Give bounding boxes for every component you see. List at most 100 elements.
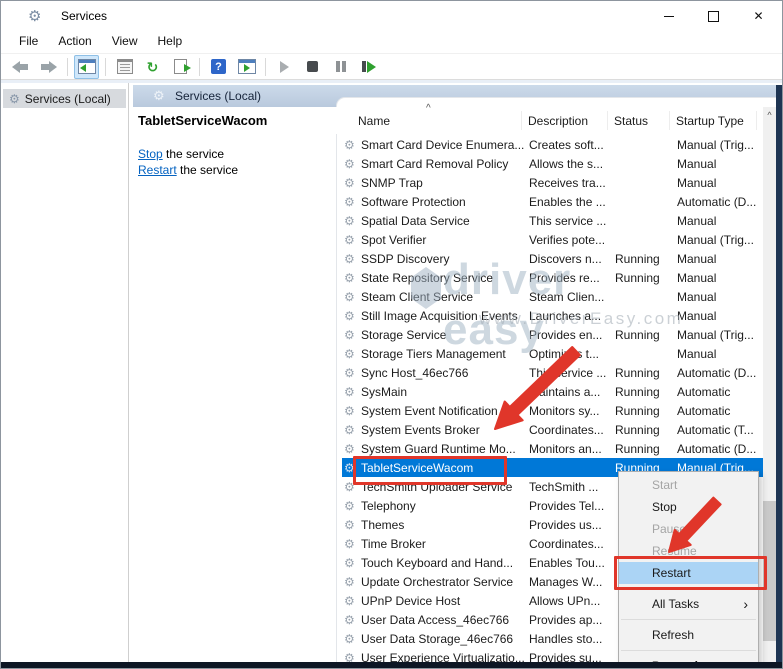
scroll-up-icon[interactable]: ^	[763, 107, 776, 123]
service-gear-icon: ⚙	[342, 385, 361, 399]
service-startup-type: Manual	[677, 214, 763, 228]
service-row[interactable]: ⚙ Spatial Data Service This service ... …	[342, 211, 763, 230]
service-row[interactable]: ⚙ Software Protection Enables the ... Au…	[342, 192, 763, 211]
column-header-name[interactable]: Name	[358, 114, 390, 128]
tree-item-services-local[interactable]: ⚙ Services (Local)	[3, 89, 126, 108]
properties-icon	[117, 59, 133, 74]
service-description: Provides us...	[529, 518, 615, 532]
service-name: SNMP Trap	[361, 176, 529, 190]
menu-bar: FileActionViewHelp	[1, 31, 782, 54]
service-name: Update Orchestrator Service	[361, 575, 529, 589]
maximize-button[interactable]	[691, 1, 736, 31]
start-service-button[interactable]	[272, 55, 297, 79]
service-name: User Data Access_46ec766	[361, 613, 529, 627]
service-description: Discovers n...	[529, 252, 615, 266]
menu-bar-item[interactable]: Help	[148, 31, 193, 53]
tree-item-label: Services (Local)	[25, 92, 111, 106]
refresh-button[interactable]: ↻	[140, 55, 165, 79]
service-name: Sync Host_46ec766	[361, 366, 529, 380]
context-menu-item[interactable]: Stop	[619, 496, 758, 518]
forward-icon	[40, 61, 57, 73]
service-description: Receives tra...	[529, 176, 615, 190]
context-menu-item-label: Refresh	[652, 628, 694, 642]
export-list-button[interactable]	[168, 55, 193, 79]
forward-button[interactable]	[36, 55, 61, 79]
desktop-edge-right	[776, 85, 783, 662]
restart-service-icon	[362, 61, 376, 73]
service-description: Coordinates...	[529, 537, 615, 551]
service-gear-icon: ⚙	[342, 176, 361, 190]
services-node-icon: ⚙	[9, 92, 20, 106]
service-startup-type: Automatic (D...	[677, 366, 763, 380]
menu-bar-item[interactable]: File	[9, 31, 48, 53]
stop-service-button[interactable]	[300, 55, 325, 79]
service-gear-icon: ⚙	[342, 309, 361, 323]
close-button[interactable]: ✕	[736, 1, 781, 31]
context-menu-item-label: Start	[652, 478, 677, 492]
service-row[interactable]: ⚙ Smart Card Removal Policy Allows the s…	[342, 154, 763, 173]
service-status: Running	[615, 423, 677, 437]
service-row[interactable]: ⚙ SSDP Discovery Discovers n... Running …	[342, 249, 763, 268]
service-row[interactable]: ⚙ State Repository Service Provides re..…	[342, 268, 763, 287]
service-gear-icon: ⚙	[342, 347, 361, 361]
toolbar: ↻ ?	[1, 54, 782, 80]
restart-service-link[interactable]: Restart	[138, 163, 177, 177]
service-status: Running	[615, 385, 677, 399]
title-bar: ⚙ Services ✕	[1, 1, 782, 31]
context-menu-item-label: All Tasks	[652, 597, 699, 611]
service-startup-type: Manual (Trig...	[677, 138, 763, 152]
service-row[interactable]: ⚙ Storage Tiers Management Optimizes t..…	[342, 344, 763, 363]
minimize-button[interactable]	[646, 1, 691, 31]
toolbar-separator	[199, 58, 200, 76]
service-gear-icon: ⚙	[342, 195, 361, 209]
show-console-tree-button[interactable]	[74, 55, 99, 79]
service-description: Optimizes t...	[529, 347, 615, 361]
help-button[interactable]: ?	[206, 55, 231, 79]
show-console-tree-icon	[78, 59, 96, 74]
column-header-status[interactable]: Status	[614, 114, 648, 128]
properties-button[interactable]	[112, 55, 137, 79]
show-action-pane-button[interactable]	[234, 55, 259, 79]
column-header-startup-type[interactable]: Startup Type	[676, 114, 744, 128]
minimize-icon	[664, 16, 674, 17]
close-icon: ✕	[753, 9, 763, 23]
context-menu-item: Start	[619, 474, 758, 496]
service-row[interactable]: ⚙ System Events Broker Coordinates... Ru…	[342, 420, 763, 439]
service-row[interactable]: ⚙ System Event Notification S... Monitor…	[342, 401, 763, 420]
service-startup-type: Automatic (D...	[677, 195, 763, 209]
context-menu-item	[621, 650, 756, 651]
service-description: Enables Tou...	[529, 556, 615, 570]
service-gear-icon: ⚙	[342, 252, 361, 266]
service-row[interactable]: ⚙ Steam Client Service Steam Clien... Ma…	[342, 287, 763, 306]
service-name: Storage Service	[361, 328, 529, 342]
service-name: System Event Notification S...	[361, 404, 529, 418]
pause-service-button[interactable]	[328, 55, 353, 79]
service-name: Smart Card Device Enumera...	[361, 138, 529, 152]
service-row[interactable]: ⚙ Sync Host_46ec766 This service ... Run…	[342, 363, 763, 382]
service-status: Running	[615, 404, 677, 418]
desktop-edge-bottom	[1, 662, 783, 669]
service-name: Software Protection	[361, 195, 529, 209]
menu-bar-item[interactable]: View	[102, 31, 148, 53]
service-row[interactable]: ⚙ Spot Verifier Verifies pote... Manual …	[342, 230, 763, 249]
service-startup-type: Manual	[677, 347, 763, 361]
service-description: Maintains a...	[529, 385, 615, 399]
context-menu-item[interactable]: Refresh	[619, 624, 758, 646]
restart-service-button[interactable]	[356, 55, 381, 79]
service-description: Handles sto...	[529, 632, 615, 646]
back-button[interactable]	[8, 55, 33, 79]
stop-service-link[interactable]: Stop	[138, 147, 163, 161]
service-row[interactable]: ⚙ Still Image Acquisition Events Launche…	[342, 306, 763, 325]
service-row[interactable]: ⚙ Storage Service Provides en... Running…	[342, 325, 763, 344]
service-row[interactable]: ⚙ Smart Card Device Enumera... Creates s…	[342, 135, 763, 154]
service-description: Provides re...	[529, 271, 615, 285]
service-row[interactable]: ⚙ SysMain Maintains a... Running Automat…	[342, 382, 763, 401]
service-row[interactable]: ⚙ SNMP Trap Receives tra... Manual	[342, 173, 763, 192]
context-menu-item: Pause	[619, 518, 758, 540]
context-menu-item[interactable]: All Tasks ›	[619, 593, 758, 615]
column-header-description[interactable]: Description	[528, 114, 588, 128]
menu-bar-item[interactable]: Action	[48, 31, 101, 53]
service-name: Storage Tiers Management	[361, 347, 529, 361]
service-gear-icon: ⚙	[342, 518, 361, 532]
service-status: Running	[615, 252, 677, 266]
